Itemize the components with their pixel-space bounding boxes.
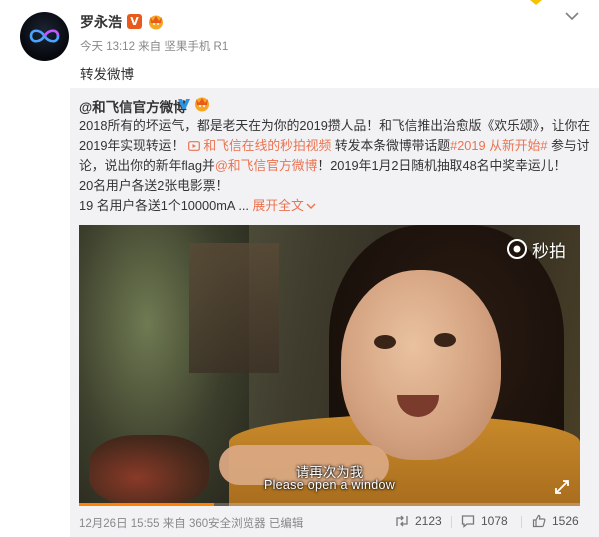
comment-icon xyxy=(461,515,475,528)
forwarded-body: 2018所有的坏运气，都是老天在为你的2019攒人品！和飞信推出治愈版《欢乐颂》… xyxy=(79,116,591,216)
repost-count: 2123 xyxy=(415,514,442,528)
repost-icon xyxy=(396,515,408,527)
comment-count: 1078 xyxy=(481,514,508,528)
forwarded-meta: 12月26日 15:55 来自 360安全浏览器 已编辑 xyxy=(79,518,304,530)
body-text: ！2019年1月2日随机抽取48名中奖幸运儿！ xyxy=(317,158,567,173)
hashtag-link[interactable]: #2019 从新开始# xyxy=(450,138,547,153)
subtitle-english: Please open a window xyxy=(263,478,396,492)
blue-v-icon xyxy=(178,99,190,109)
divider xyxy=(451,516,452,528)
avatar-infinity-icon xyxy=(29,29,60,43)
post-meta: 今天 13:12 来自 坚果手机 R1 xyxy=(80,41,229,53)
like-stat[interactable]: 1526 xyxy=(532,514,579,528)
miaopai-label: 秒拍 xyxy=(532,241,566,261)
chevron-down-icon[interactable] xyxy=(564,10,580,22)
like-icon xyxy=(532,514,546,528)
body-line: 19 名用户各送1个10000mA ... 展开全文 xyxy=(79,196,584,216)
expand-chevron-icon xyxy=(306,203,316,209)
body-line: 20名用户各送2张电影票！ xyxy=(79,178,229,193)
crown-badge-icon[interactable] xyxy=(147,13,165,30)
body-text: 2019年实现转运！ xyxy=(79,138,185,153)
username[interactable]: 罗永浩 xyxy=(80,12,122,32)
miaopai-eye-icon xyxy=(507,239,527,259)
repost-stat[interactable]: 2123 xyxy=(395,514,442,528)
video-girl-eye xyxy=(374,335,396,349)
body-text: 转发本条微博带话题 xyxy=(331,138,451,153)
forwarded-author[interactable]: @和飞信官方微博 xyxy=(79,96,187,116)
top-decoration-icon xyxy=(530,0,542,5)
video-link[interactable]: 和飞信在线的秒拍视频 xyxy=(187,138,332,153)
video-shelf xyxy=(189,243,279,373)
video-player[interactable]: 秒拍 请再次为我 Please open a window xyxy=(79,225,580,506)
video-girl-eye xyxy=(434,333,456,347)
body-line: 2018所有的坏运气，都是老天在为你的2019攒人品！和飞信推出治愈版《欢乐颂》… xyxy=(79,118,591,133)
expand-link[interactable]: 展开全文 xyxy=(253,198,304,213)
comment-stat[interactable]: 1078 xyxy=(461,514,508,528)
fullscreen-icon[interactable] xyxy=(554,479,570,495)
video-link-label: 和飞信在线的秒拍视频 xyxy=(203,138,332,153)
body-text: 参与讨 xyxy=(547,138,590,153)
verified-v-icon[interactable]: V xyxy=(127,14,142,29)
repost-text: 转发微博 xyxy=(80,67,134,82)
avatar[interactable] xyxy=(20,12,69,61)
video-progress-bar[interactable] xyxy=(79,503,580,506)
video-link-icon xyxy=(187,141,200,151)
body-text: 19 名用户各送1个10000mA ... xyxy=(79,198,249,213)
body-line: 论，说出你的新年flag并@和飞信官方微博！2019年1月2日随机抽取48名中奖… xyxy=(79,156,584,176)
body-text: 论，说出你的新年flag并 xyxy=(79,158,215,173)
divider xyxy=(521,516,522,528)
weibo-card: 罗永浩 V 今天 13:12 来自 坚果手机 R1 转发微博 @和飞信官方微博 … xyxy=(0,0,599,537)
like-count: 1526 xyxy=(552,514,579,528)
miaopai-watermark: 秒拍 xyxy=(506,237,566,261)
video-progress-fill xyxy=(79,503,215,506)
crown-badge-icon[interactable] xyxy=(193,95,211,112)
video-girl-face xyxy=(341,270,501,460)
mention-link[interactable]: @和飞信官方微博 xyxy=(215,158,318,173)
body-line: 2019年实现转运！ 和飞信在线的秒拍视频 转发本条微博带话题#2019 从新开… xyxy=(79,136,589,156)
